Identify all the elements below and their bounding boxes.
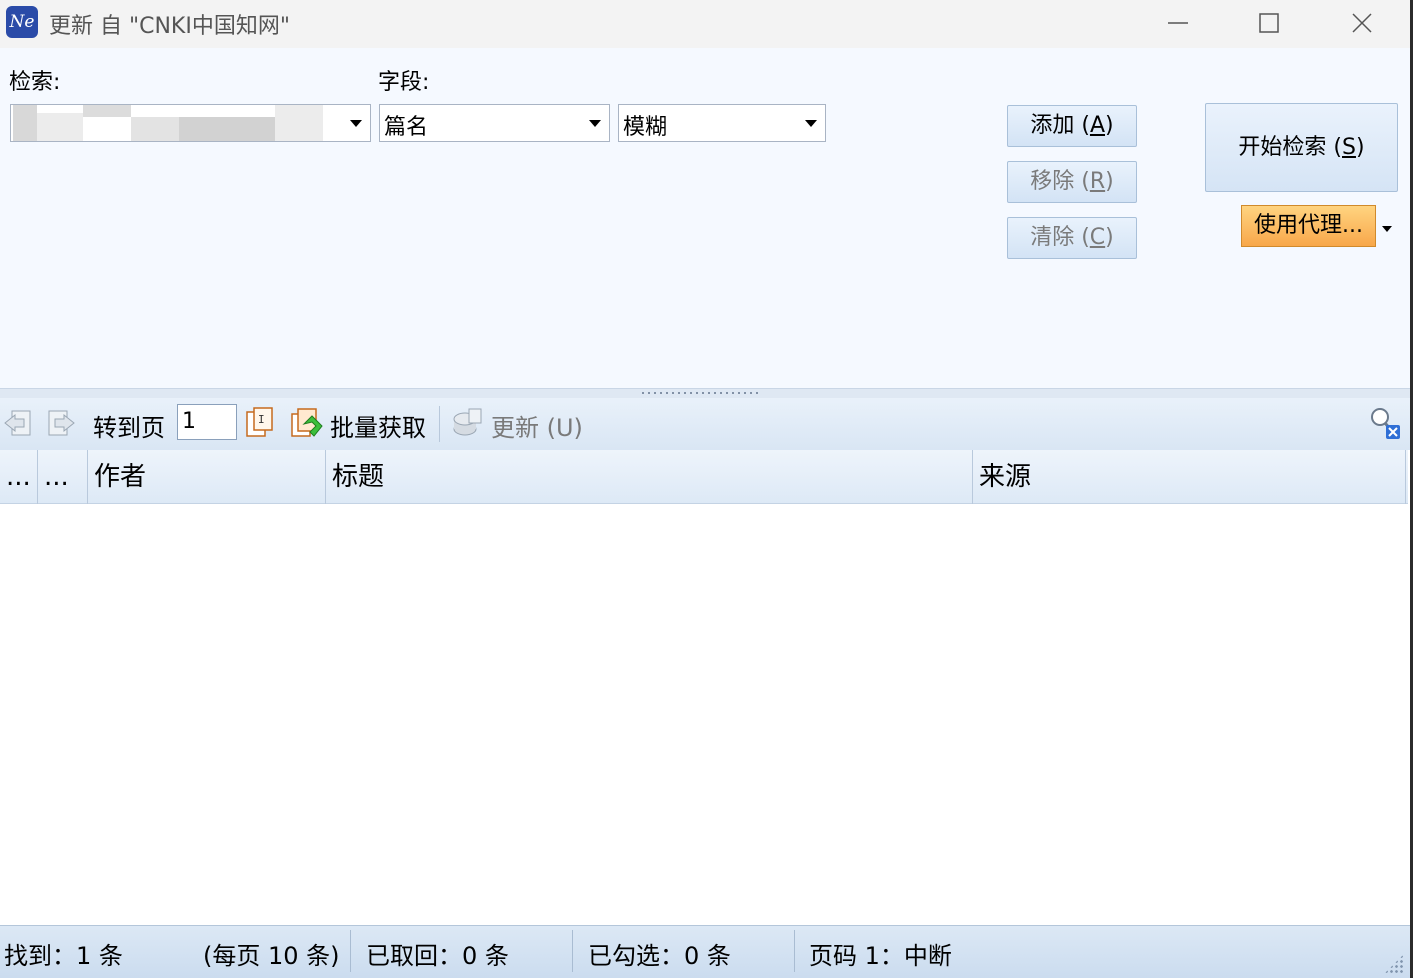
remove-button[interactable]: 移除 (R) xyxy=(1007,161,1137,203)
add-button-label: 添加 ( xyxy=(1030,113,1090,138)
status-separator xyxy=(350,930,351,972)
update-icon[interactable] xyxy=(451,407,485,443)
batch-fetch-icon[interactable] xyxy=(290,406,324,444)
query-combo[interactable] xyxy=(10,104,371,142)
use-proxy-button[interactable]: 使用代理... xyxy=(1241,205,1376,247)
minimize-button[interactable] xyxy=(1132,0,1224,46)
status-separator xyxy=(572,930,573,972)
resize-grip[interactable] xyxy=(1384,954,1404,974)
results-grid-header: ... ... 作者 标题 来源 xyxy=(0,450,1408,504)
match-select-value: 模糊 xyxy=(623,115,668,140)
status-bar: 找到：1 条 (每页 10 条) 已取回：0 条 已勾选：0 条 页码 1：中断 xyxy=(0,925,1410,978)
start-search-key: S xyxy=(1342,135,1356,160)
clear-button[interactable]: 清除 (C) xyxy=(1007,217,1137,259)
match-select[interactable]: 模糊 xyxy=(618,104,826,142)
field-label: 字段: xyxy=(378,70,430,95)
results-toolbar: 转到页 1 I 批量获取 更新 (U) xyxy=(0,398,1410,450)
panel-splitter[interactable] xyxy=(0,388,1410,398)
start-search-button[interactable]: 开始检索 (S) xyxy=(1205,103,1398,192)
column-header-author[interactable]: 作者 xyxy=(88,450,326,504)
remove-button-label: 移除 ( xyxy=(1030,169,1090,194)
chevron-down-icon[interactable] xyxy=(805,120,817,127)
field-select[interactable]: 篇名 xyxy=(379,104,610,142)
minimize-icon xyxy=(1168,22,1188,24)
clear-button-key: C xyxy=(1089,225,1106,250)
next-page-icon[interactable] xyxy=(45,407,77,443)
close-button[interactable] xyxy=(1316,0,1408,46)
results-grid-body[interactable] xyxy=(0,504,1408,924)
clear-button-label: 清除 ( xyxy=(1030,225,1090,250)
column-header-index[interactable]: ... xyxy=(38,450,88,504)
status-retrieved: 已取回：0 条 xyxy=(366,942,509,970)
goto-page-icon[interactable]: I xyxy=(244,406,276,444)
field-select-value: 篇名 xyxy=(384,115,429,140)
batch-fetch-label[interactable]: 批量获取 xyxy=(330,408,426,443)
app-icon: Ne xyxy=(6,6,38,38)
query-label: 检索: xyxy=(9,70,61,95)
title-bar: Ne 更新 自 "CNKI中国知网" xyxy=(0,0,1410,48)
column-header-check[interactable]: ... xyxy=(0,450,38,504)
search-panel: 检索: 字段: 篇名 模糊 添加 (A) 移除 (R) 清除 (C) 开始检索 … xyxy=(0,48,1410,388)
status-found: 找到：1 条 xyxy=(4,942,123,970)
splitter-grip[interactable] xyxy=(640,391,760,395)
previous-page-icon[interactable] xyxy=(2,407,34,443)
column-header-source[interactable]: 来源 xyxy=(973,450,1406,504)
add-button[interactable]: 添加 (A) xyxy=(1007,105,1137,147)
add-button-key: A xyxy=(1089,113,1106,138)
maximize-icon xyxy=(1259,13,1279,33)
column-header-title[interactable]: 标题 xyxy=(326,450,973,504)
page-number-input[interactable]: 1 xyxy=(177,404,237,440)
maximize-button[interactable] xyxy=(1223,0,1315,46)
chevron-down-icon[interactable] xyxy=(589,120,601,127)
close-icon xyxy=(1352,13,1372,33)
proxy-dropdown-icon[interactable] xyxy=(1382,226,1392,232)
goto-page-label: 转到页 xyxy=(93,414,165,442)
status-per-page: (每页 10 条) xyxy=(203,942,340,970)
status-page: 页码 1：中断 xyxy=(809,942,952,970)
toolbar-separator xyxy=(439,406,440,442)
clear-search-results-icon[interactable] xyxy=(1368,405,1402,445)
svg-text:I: I xyxy=(258,413,265,426)
start-search-label: 开始检索 ( xyxy=(1238,135,1342,160)
status-separator xyxy=(794,930,795,972)
status-checked: 已勾选：0 条 xyxy=(588,942,731,970)
update-label[interactable]: 更新 (U) xyxy=(491,408,583,443)
remove-button-key: R xyxy=(1089,169,1106,194)
window-title: 更新 自 "CNKI中国知网" xyxy=(49,14,290,39)
chevron-down-icon[interactable] xyxy=(350,120,362,127)
